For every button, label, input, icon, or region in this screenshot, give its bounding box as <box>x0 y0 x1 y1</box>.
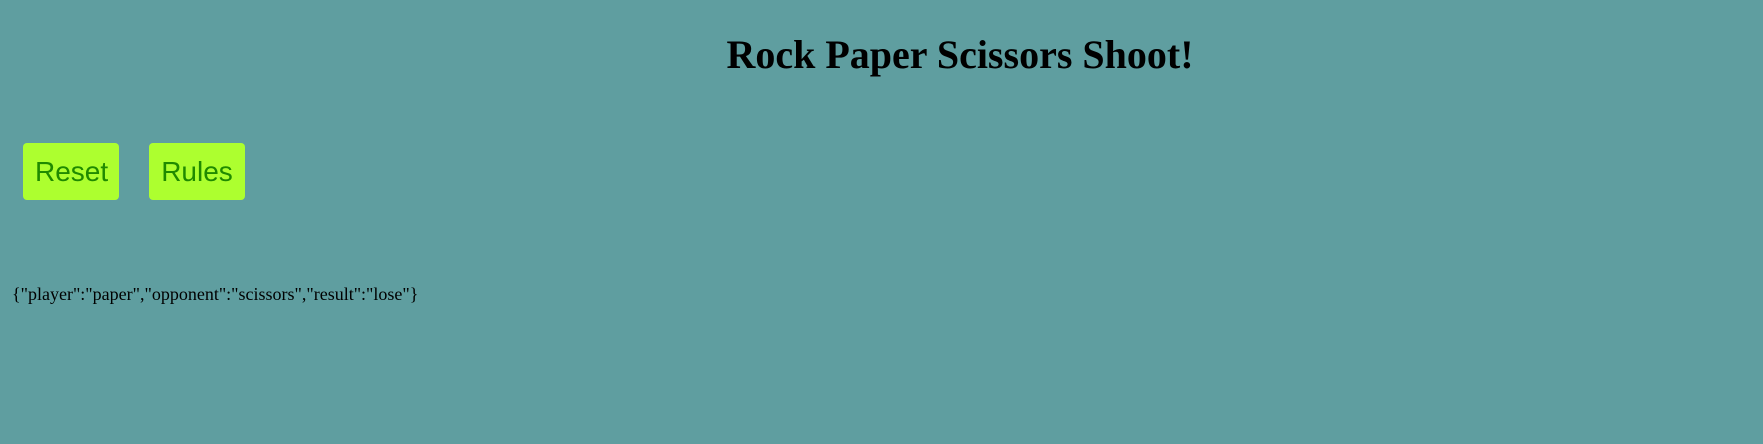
game-result-text: {"player":"paper","opponent":"scissors",… <box>12 284 419 304</box>
reset-button[interactable]: Reset <box>23 143 119 200</box>
page-title: Rock Paper Scissors Shoot! <box>726 32 1194 77</box>
rules-button[interactable]: Rules <box>149 143 245 200</box>
